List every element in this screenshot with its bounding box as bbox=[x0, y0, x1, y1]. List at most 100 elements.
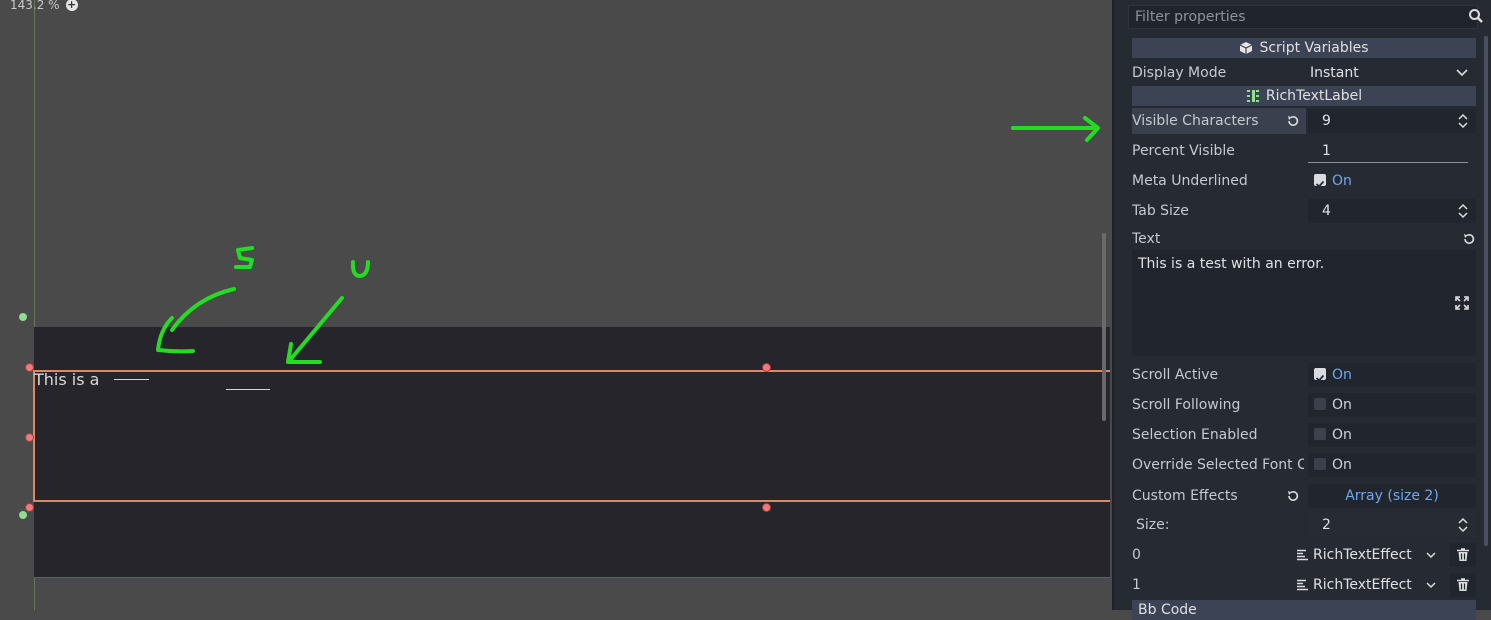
property-label: Override Selected Font C bbox=[1132, 457, 1304, 473]
property-label: Display Mode bbox=[1132, 65, 1227, 81]
chevron-down-icon bbox=[1456, 69, 1468, 77]
property-custom-effects: Custom Effects Array (size 2) bbox=[1132, 483, 1476, 509]
property-label: Percent Visible bbox=[1132, 143, 1235, 159]
property-label: Size: bbox=[1136, 517, 1170, 533]
chevron-down-icon bbox=[1426, 552, 1436, 559]
checkbox-label: On bbox=[1332, 427, 1352, 443]
chevron-down-icon bbox=[1426, 582, 1436, 589]
editor-viewport[interactable]: 143.2 % + This is a bbox=[0, 0, 1110, 610]
delete-icon bbox=[1457, 548, 1469, 561]
spinner-icon[interactable] bbox=[1458, 203, 1468, 219]
tab-size-spinbox[interactable]: 4 bbox=[1308, 199, 1476, 223]
property-label: Scroll Active bbox=[1132, 367, 1219, 383]
custom-effects-array-button[interactable]: Array (size 2) bbox=[1308, 484, 1476, 508]
property-size: Size: 2 bbox=[1132, 512, 1476, 538]
checkbox-checked-icon bbox=[1314, 174, 1326, 188]
property-label: Tab Size bbox=[1132, 203, 1189, 219]
richtextlabel-icon bbox=[1246, 90, 1259, 102]
checkbox-label: On bbox=[1332, 173, 1352, 189]
effect-row-0: 0 RichTextEffect bbox=[1132, 542, 1476, 568]
display-mode-dropdown[interactable]: Instant bbox=[1308, 61, 1476, 85]
property-label: Text bbox=[1132, 231, 1161, 247]
property-text: Text bbox=[1132, 226, 1476, 252]
resource-icon bbox=[1297, 579, 1308, 591]
section-label: Script Variables bbox=[1259, 40, 1369, 56]
section-richtextlabel[interactable]: RichTextLabel bbox=[1132, 86, 1476, 106]
spinner-icon[interactable] bbox=[1458, 113, 1468, 129]
expand-icon[interactable] bbox=[1455, 296, 1469, 310]
size-spinbox[interactable]: 2 bbox=[1308, 513, 1476, 537]
textarea-value: This is a test with an error. bbox=[1138, 256, 1325, 272]
dropdown-value: Instant bbox=[1310, 65, 1359, 81]
annotation-arrow-s bbox=[170, 287, 236, 332]
slider-value: 1 bbox=[1322, 143, 1331, 159]
meta-underline bbox=[226, 389, 270, 390]
property-scroll-active: Scroll Active On bbox=[1132, 362, 1476, 388]
reset-icon[interactable] bbox=[1462, 232, 1476, 246]
viewport-scrollbar[interactable] bbox=[1102, 233, 1106, 421]
meta-underlined-checkbox[interactable]: On bbox=[1308, 169, 1476, 193]
section-label: RichTextLabel bbox=[1265, 88, 1363, 104]
anchor-handle[interactable] bbox=[19, 313, 27, 321]
effect-resource-picker[interactable]: RichTextEffect bbox=[1292, 543, 1442, 567]
zoom-in-icon[interactable]: + bbox=[65, 0, 78, 11]
resize-handle[interactable] bbox=[25, 503, 34, 512]
meta-underline bbox=[114, 379, 149, 380]
resize-handle[interactable] bbox=[762, 363, 771, 372]
checkbox-label: On bbox=[1332, 397, 1352, 413]
property-display-mode: Display Mode Instant bbox=[1132, 60, 1476, 86]
property-override-selected-font-color: Override Selected Font C On bbox=[1132, 452, 1476, 478]
search-icon bbox=[1469, 9, 1483, 23]
override-selected-checkbox[interactable]: On bbox=[1308, 453, 1476, 477]
property-meta-underlined: Meta Underlined On bbox=[1132, 168, 1476, 194]
property-label: Selection Enabled bbox=[1132, 427, 1258, 443]
selection-enabled-checkbox[interactable]: On bbox=[1308, 423, 1476, 447]
effect-row-1: 1 RichTextEffect bbox=[1132, 572, 1476, 598]
delete-icon bbox=[1457, 578, 1469, 591]
spinbox-value: 4 bbox=[1322, 203, 1331, 219]
checkbox-unchecked-icon bbox=[1314, 428, 1326, 440]
section-script-variables[interactable]: Script Variables bbox=[1132, 38, 1476, 58]
property-percent-visible: Percent Visible 1 bbox=[1132, 138, 1476, 164]
effect-name: RichTextEffect bbox=[1313, 547, 1412, 563]
checkbox-label: On bbox=[1332, 367, 1352, 383]
annotation-u-letter bbox=[350, 260, 370, 278]
property-selection-enabled: Selection Enabled On bbox=[1132, 422, 1476, 448]
spinbox-value: 9 bbox=[1322, 113, 1331, 129]
checkbox-label: On bbox=[1332, 457, 1352, 473]
richtextlabel-selection-box[interactable] bbox=[33, 370, 1110, 502]
scroll-following-checkbox[interactable]: On bbox=[1308, 393, 1476, 417]
resize-handle[interactable] bbox=[762, 503, 771, 512]
section-bbcode[interactable]: Bb Code bbox=[1132, 600, 1476, 620]
scroll-active-checkbox[interactable]: On bbox=[1308, 363, 1476, 387]
percent-visible-slider[interactable]: 1 bbox=[1308, 139, 1468, 163]
anchor-handle[interactable] bbox=[19, 511, 27, 519]
array-label: Array (size 2) bbox=[1345, 488, 1439, 504]
annotation-arrow-right-head bbox=[1083, 116, 1100, 142]
richtextlabel-rendered-text: This is a bbox=[34, 370, 100, 389]
text-property-textarea[interactable]: This is a test with an error. bbox=[1132, 250, 1476, 356]
script-icon bbox=[1240, 42, 1253, 54]
checkbox-checked-icon bbox=[1314, 368, 1326, 382]
zoom-control: 143.2 % + bbox=[10, 0, 78, 12]
property-label: Custom Effects bbox=[1132, 488, 1238, 504]
inspector-panel: Script Variables Display Mode Instant Ri… bbox=[1112, 0, 1491, 620]
spinner-icon[interactable] bbox=[1458, 517, 1468, 533]
resize-handle[interactable] bbox=[25, 363, 34, 372]
resource-icon bbox=[1297, 549, 1308, 561]
filter-properties-input[interactable] bbox=[1128, 5, 1478, 29]
delete-effect-button[interactable] bbox=[1450, 573, 1476, 597]
property-scroll-following: Scroll Following On bbox=[1132, 392, 1476, 418]
visible-characters-spinbox-row: 9 bbox=[1132, 108, 1476, 134]
reset-icon[interactable] bbox=[1286, 489, 1300, 503]
section-label: Bb Code bbox=[1138, 602, 1197, 618]
annotation-s-letter bbox=[234, 246, 254, 269]
checkbox-unchecked-icon bbox=[1314, 398, 1326, 410]
visible-characters-spinbox[interactable]: 9 bbox=[1308, 109, 1476, 133]
property-label: Meta Underlined bbox=[1132, 173, 1248, 189]
inspector-scrollbar[interactable] bbox=[1484, 36, 1488, 546]
resize-handle[interactable] bbox=[25, 433, 34, 442]
property-tab-size: Tab Size 4 bbox=[1132, 198, 1476, 224]
delete-effect-button[interactable] bbox=[1450, 543, 1476, 567]
effect-resource-picker[interactable]: RichTextEffect bbox=[1292, 573, 1442, 597]
